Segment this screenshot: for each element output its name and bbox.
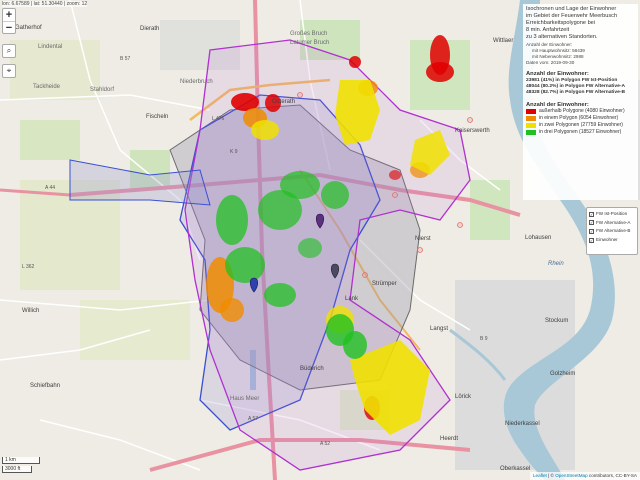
layer-toggle-ist[interactable]: ✓ FW Ist-Position bbox=[589, 210, 635, 219]
place-label: Büderich bbox=[300, 366, 324, 372]
place-label: Haus Meer bbox=[230, 396, 259, 402]
place-label: Latumer Bruch bbox=[290, 40, 329, 46]
place-label: Schiefbahn bbox=[30, 383, 60, 389]
minus-icon[interactable]: − bbox=[3, 21, 15, 34]
legend-swatch bbox=[526, 116, 536, 122]
locate-icon[interactable]: ⌖ bbox=[2, 64, 16, 78]
place-label: Willich bbox=[22, 308, 39, 314]
road-label: B 9 bbox=[480, 336, 488, 342]
place-label: Lindental bbox=[38, 44, 62, 50]
legend-item: in zwei Polygonen (27759 Einwohner) bbox=[526, 122, 635, 129]
place-label: Niederbruch bbox=[180, 79, 213, 85]
road-label: L 476 bbox=[212, 116, 225, 122]
info-panel: Isochronen und Lage der Einwohner im Geb… bbox=[523, 4, 638, 200]
river-label: Rhein bbox=[548, 261, 564, 267]
place-label: Großes Bruch bbox=[290, 31, 327, 37]
legend-swatch bbox=[526, 123, 536, 129]
checkbox-icon[interactable]: ✓ bbox=[589, 237, 594, 243]
polygon-stat: 48328 (82.7%) in Polygon FW Alternative-… bbox=[526, 90, 626, 96]
place-label: Kaiserswerth bbox=[455, 128, 490, 134]
place-label: Nierst bbox=[415, 236, 431, 242]
map-attribution: Leaflet | © OpenStreetMap contributors, … bbox=[529, 472, 640, 480]
road-label: K 9 bbox=[230, 149, 238, 155]
plus-icon[interactable]: + bbox=[3, 9, 15, 21]
legend-swatch bbox=[526, 109, 536, 115]
place-label: Stahldorf bbox=[90, 87, 114, 93]
road-label: L 362 bbox=[22, 264, 35, 270]
road-label: B 57 bbox=[120, 56, 131, 62]
legend-swatch bbox=[526, 130, 536, 136]
legend-heading: Anzahl der Einwohner: bbox=[526, 101, 589, 108]
place-label: Lörick bbox=[455, 394, 472, 400]
checkbox-icon[interactable]: ✓ bbox=[589, 211, 594, 217]
resident-meta: Anzahl der Einwohner: mit Hauptwohnsitz:… bbox=[526, 42, 585, 65]
place-label: Fischeln bbox=[146, 114, 168, 120]
place-label: Stockum bbox=[545, 318, 568, 324]
place-label: Lohausen bbox=[525, 235, 551, 241]
checkbox-icon[interactable]: ✓ bbox=[589, 220, 594, 226]
layer-toggle-alt-b[interactable]: ✓ FW Alternative-B bbox=[589, 227, 635, 236]
density-legend: außerhalb Polygone (4080 Einwohner) in e… bbox=[526, 108, 635, 136]
place-label: Golzheim bbox=[550, 371, 575, 377]
zoom-control: + − bbox=[2, 8, 16, 34]
layer-control: ✓ FW Ist-Position ✓ FW Alternative-A ✓ F… bbox=[586, 207, 638, 255]
info-title: Isochronen und Lage der Einwohner im Geb… bbox=[526, 6, 618, 40]
legend-item: in einem Polygon (6054 Einwohner) bbox=[526, 115, 635, 122]
place-label: Dierath bbox=[140, 26, 159, 32]
checkbox-icon[interactable]: ✓ bbox=[589, 228, 594, 234]
place-label: Niederkassel bbox=[505, 421, 540, 427]
scale-bar-km: 1 km bbox=[2, 457, 40, 464]
place-label: Gatherhof bbox=[15, 25, 42, 31]
leaflet-link[interactable]: Leaflet bbox=[533, 473, 547, 478]
legend-item: außerhalb Polygone (4080 Einwohner) bbox=[526, 108, 635, 115]
osm-link[interactable]: OpenStreetMap bbox=[555, 473, 587, 478]
road-label: A 44 bbox=[45, 185, 55, 191]
place-label: Lank bbox=[345, 296, 359, 302]
coordinate-readout: lon: 6.67589 | lat: 51.30440 | zoom: 12 bbox=[2, 1, 88, 7]
search-icon[interactable]: ⌕ bbox=[2, 44, 16, 58]
place-label: Langst bbox=[430, 326, 448, 332]
road-label: A 52 bbox=[320, 441, 330, 447]
place-label: Strümper bbox=[372, 281, 397, 287]
legend-item: in drei Polygonen (18527 Einwohner) bbox=[526, 129, 635, 136]
place-label: Osterath bbox=[272, 99, 295, 105]
place-label: Heerdt bbox=[440, 436, 458, 442]
polygon-stats-heading: Anzahl der Einwohner: bbox=[526, 71, 589, 77]
place-label: Wittlaer bbox=[493, 38, 513, 44]
layer-toggle-einwohner[interactable]: ✓ Einwohner bbox=[589, 236, 635, 245]
layer-toggle-alt-a[interactable]: ✓ FW Alternative-A bbox=[589, 219, 635, 228]
place-label: Oberkassel bbox=[500, 466, 530, 472]
place-label: Tackheide bbox=[33, 84, 61, 90]
road-label: A 57 bbox=[248, 416, 258, 422]
scale-bar-ft: 3000 ft bbox=[2, 466, 32, 473]
